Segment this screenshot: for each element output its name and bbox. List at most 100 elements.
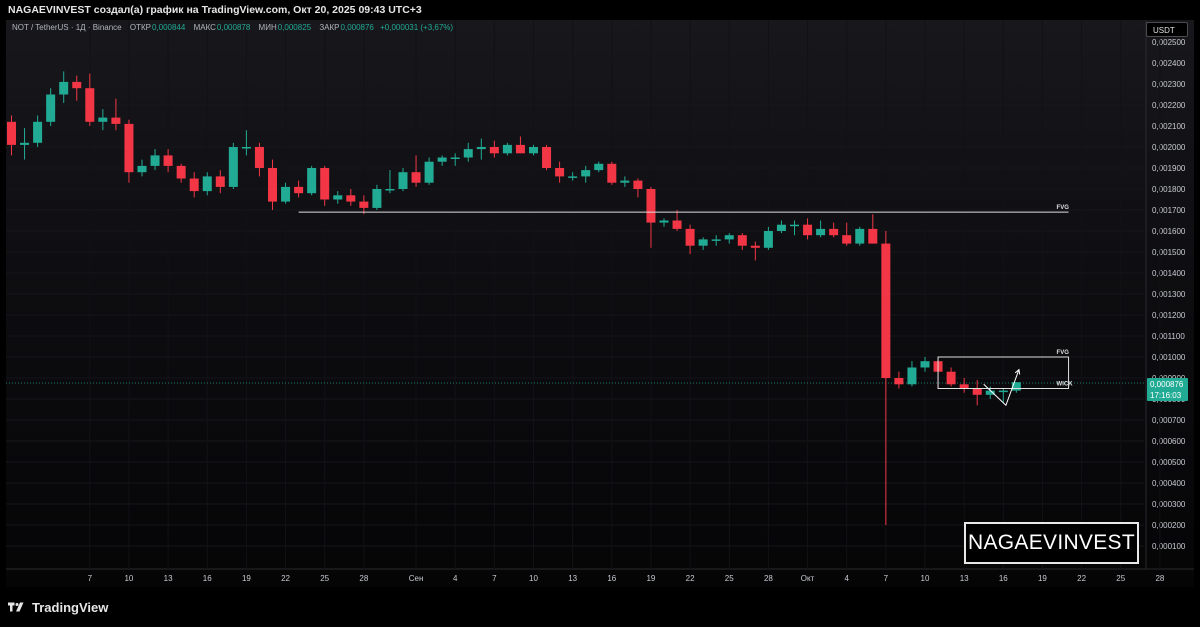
candle-body — [502, 144, 512, 154]
low-label: МИН — [258, 23, 277, 32]
x-tick-label: 10 — [124, 574, 133, 583]
candle-body — [150, 155, 160, 166]
candle-body — [450, 157, 460, 159]
candle-body — [333, 195, 343, 200]
x-tick-label: 13 — [960, 574, 969, 583]
y-tick-label: 0,001300 — [1152, 290, 1186, 299]
candle-body — [803, 224, 813, 236]
candle-body — [359, 201, 369, 208]
candle-body — [176, 165, 186, 179]
candle-body — [346, 195, 356, 202]
x-tick-label: 28 — [764, 574, 773, 583]
tradingview-logo-icon — [8, 602, 24, 612]
candle-body — [7, 121, 16, 145]
candle-body — [202, 176, 212, 192]
candle-body — [959, 384, 969, 389]
x-tick-label: 22 — [686, 574, 695, 583]
y-tick-label: 0,000300 — [1152, 500, 1186, 509]
candle-body — [59, 81, 69, 95]
candle-body — [189, 178, 199, 192]
candle-body — [20, 142, 30, 145]
x-tick-label: 22 — [281, 574, 290, 583]
x-tick-label: 7 — [492, 574, 497, 583]
candle-body — [763, 231, 773, 248]
candle-body — [46, 94, 56, 122]
candle-body — [268, 168, 277, 202]
candle-body — [776, 224, 786, 231]
author-watermark: NAGAEVINVEST — [964, 522, 1139, 564]
candle-body — [894, 378, 904, 385]
candle-body — [254, 147, 264, 168]
change-value: +0,000031 (+3,67%) — [380, 23, 454, 32]
candle-body — [842, 235, 852, 244]
candle-body — [646, 189, 656, 223]
y-tick-label: 0,000200 — [1152, 521, 1186, 530]
candle-body — [998, 390, 1008, 393]
candle-body — [411, 172, 421, 183]
candle-body — [424, 161, 434, 183]
x-tick-label: Сен — [409, 574, 424, 583]
x-tick-label: 19 — [1038, 574, 1047, 583]
y-tick-label: 0,002500 — [1152, 38, 1186, 47]
candle-body — [855, 228, 865, 244]
candle-body — [72, 81, 82, 89]
candle-body — [620, 180, 630, 183]
bar-countdown: 17:16:03 — [1150, 391, 1182, 400]
chart-frame[interactable]: 0,002500 0,002400 0,002300 0,002200 0,002100… — [6, 20, 1194, 587]
candle-body — [85, 88, 95, 122]
candle-body — [594, 163, 604, 171]
candle-body — [920, 361, 930, 368]
tradingview-footer[interactable]: TradingView — [8, 598, 108, 616]
high-value: 0,000878 — [216, 23, 251, 32]
close-label: ЗАКР — [319, 23, 340, 32]
x-tick-label: 13 — [164, 574, 173, 583]
y-tick-label: 0,000500 — [1152, 458, 1186, 467]
y-tick-label: 0,002000 — [1152, 143, 1186, 152]
candle-body — [320, 168, 330, 200]
candle-body — [672, 220, 682, 229]
candle-body — [555, 168, 565, 177]
x-tick-label: 16 — [999, 574, 1008, 583]
open-label: ОТКР — [129, 23, 151, 32]
y-tick-label: 0,000700 — [1152, 416, 1186, 425]
candle-body — [111, 117, 121, 124]
candle-body — [294, 186, 304, 194]
x-tick-label: 4 — [453, 574, 458, 583]
candle-body — [529, 147, 538, 154]
low-value: 0,000825 — [277, 23, 312, 32]
y-tick-label: 0,001400 — [1152, 269, 1186, 278]
candle-body — [907, 367, 917, 385]
x-tick-label: 7 — [884, 574, 889, 583]
currency-button[interactable]: USDT — [1146, 22, 1188, 37]
candle-body — [868, 228, 878, 244]
candle-body — [685, 228, 695, 246]
x-tick-label: 25 — [1116, 574, 1125, 583]
x-tick-label: 25 — [725, 574, 734, 583]
top-bar: NAGAEVINVEST создал(а) график на Trading… — [0, 0, 1200, 20]
y-tick-label: 0,001800 — [1152, 185, 1186, 194]
y-tick-label: 0,001000 — [1152, 353, 1186, 362]
x-tick-label: 4 — [844, 574, 849, 583]
candle-body — [515, 144, 525, 154]
candle-body — [476, 147, 486, 150]
x-tick-label: 16 — [607, 574, 616, 583]
y-tick-label: 0,001200 — [1152, 311, 1186, 320]
candlestick-chart[interactable]: 0,002500 0,002400 0,002300 0,002200 0,002100… — [6, 20, 1194, 587]
candle-body — [985, 390, 995, 395]
candle-body — [463, 149, 473, 158]
x-tick-label: 22 — [1077, 574, 1086, 583]
candle-body — [33, 121, 43, 143]
y-tick-label: 0,002400 — [1152, 59, 1186, 68]
y-tick-label: 0,002200 — [1152, 101, 1186, 110]
candle-body — [98, 117, 108, 122]
open-value: 0,000844 — [151, 23, 186, 32]
x-tick-label: Окт — [801, 574, 815, 583]
candle-body — [972, 388, 982, 395]
x-tick-label: 28 — [1155, 574, 1164, 583]
candle-body — [307, 168, 317, 194]
candle-body — [124, 123, 134, 173]
candle-body — [568, 176, 578, 178]
candle-body — [659, 220, 669, 223]
candle-body — [581, 170, 591, 177]
close-value: 0,000876 — [340, 23, 374, 32]
